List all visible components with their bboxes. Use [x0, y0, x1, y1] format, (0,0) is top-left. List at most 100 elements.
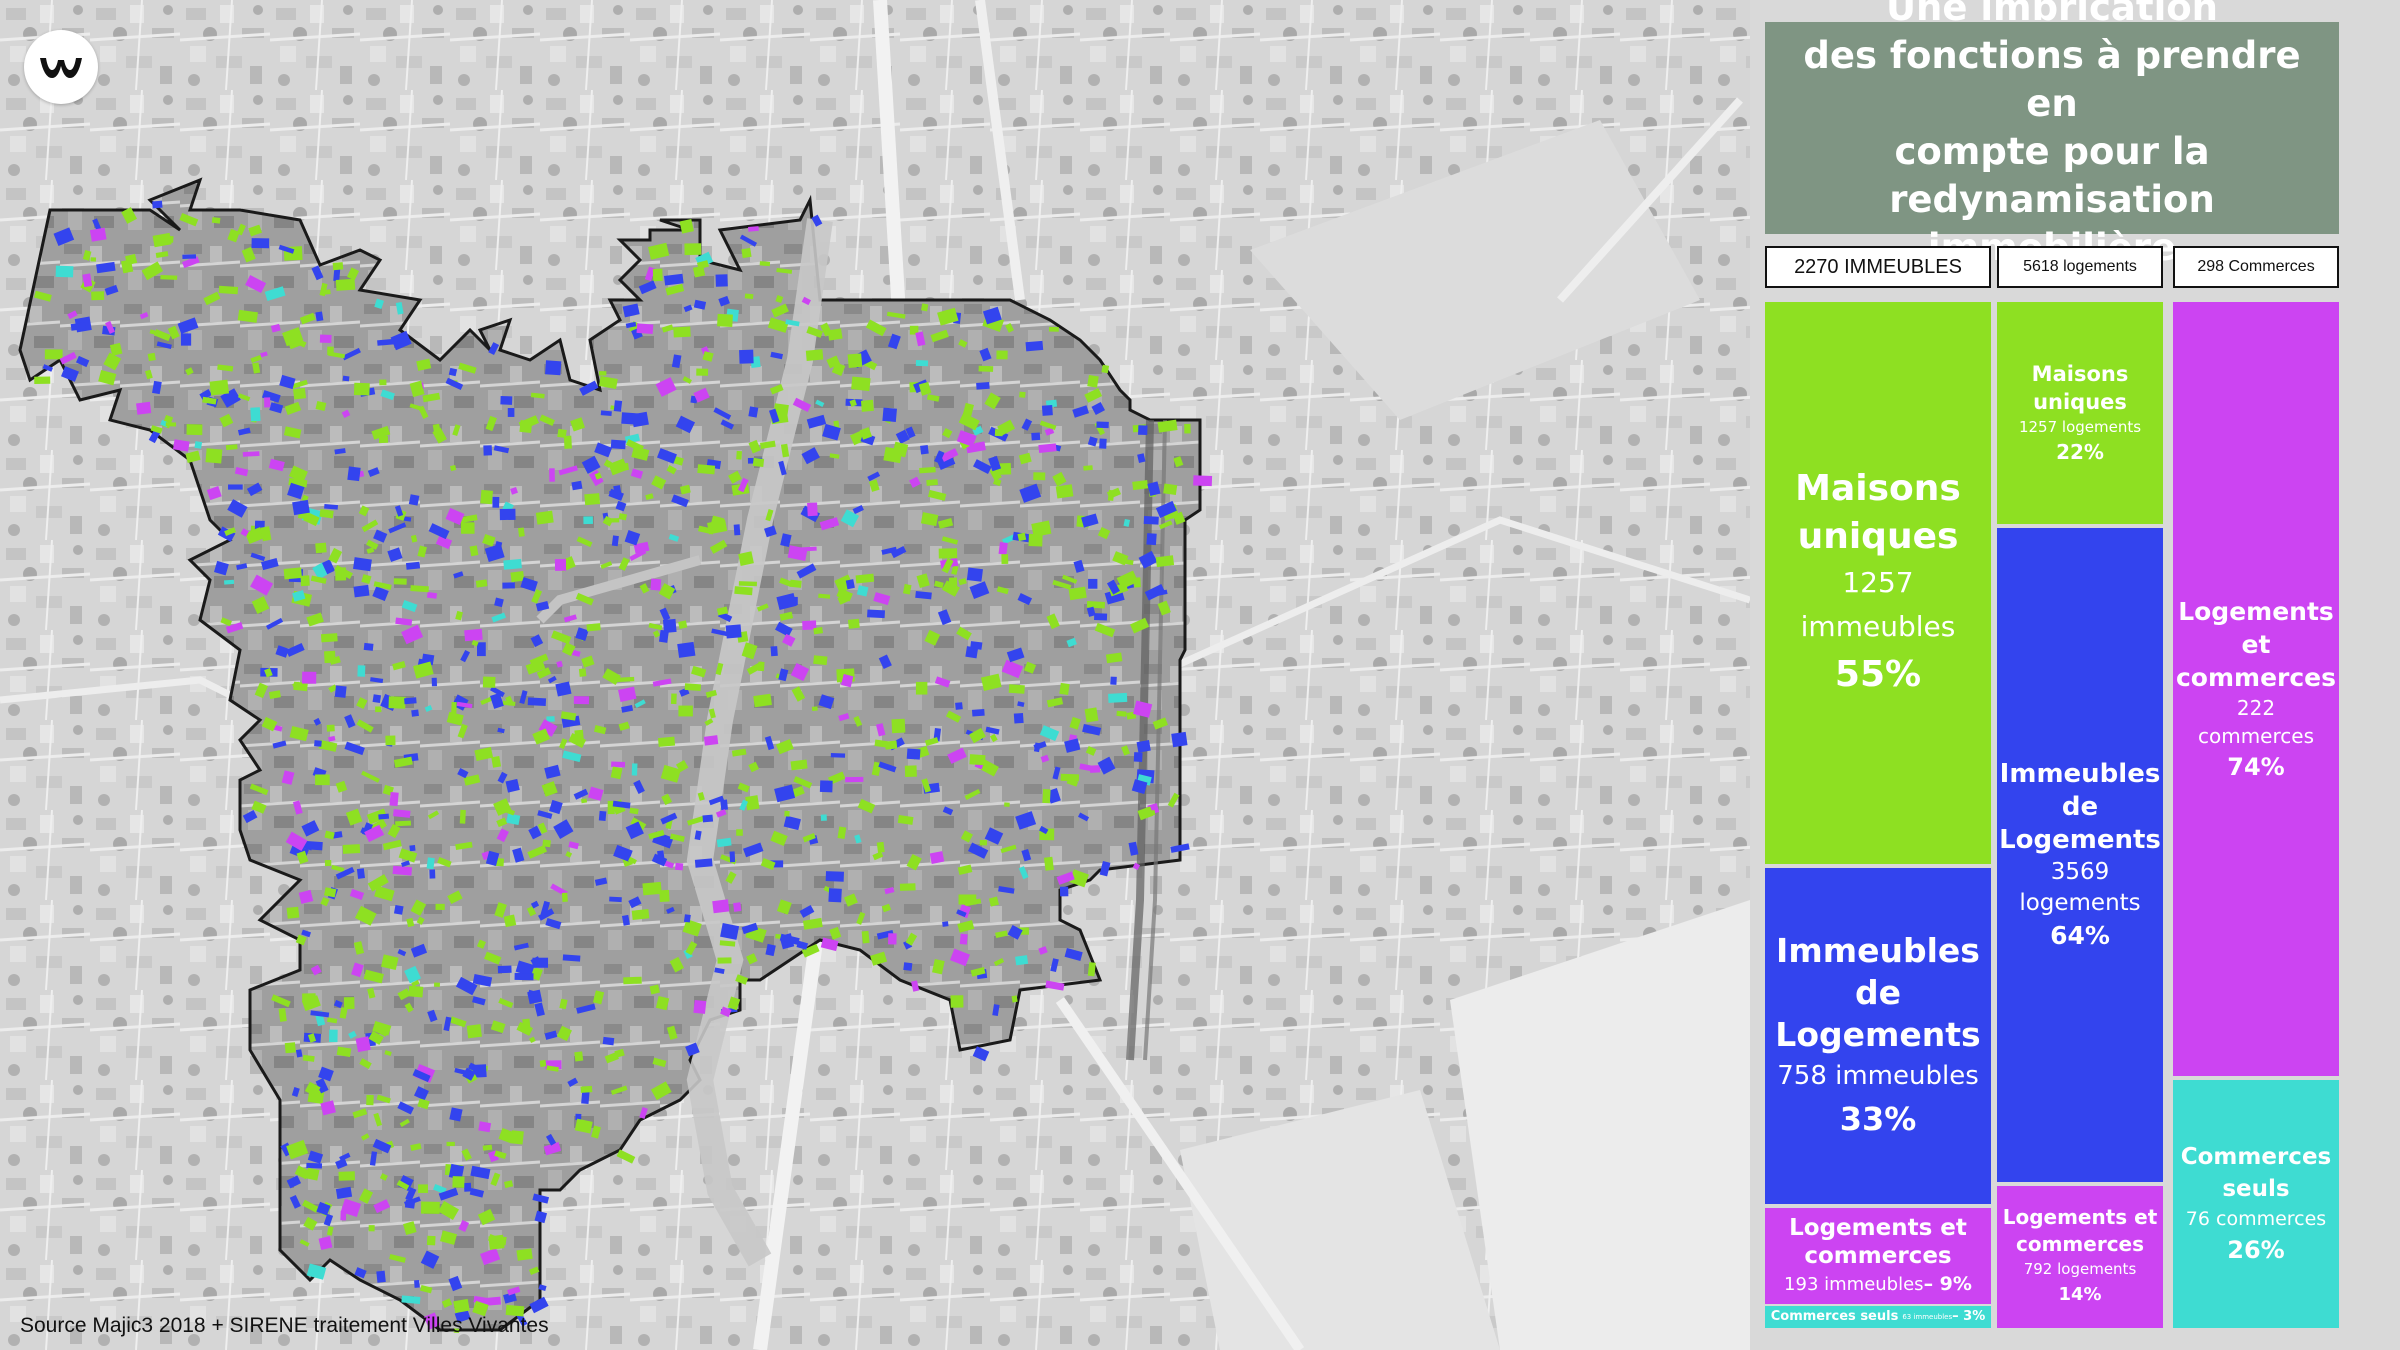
building-footprint [379, 379, 387, 386]
building-footprint [431, 677, 438, 687]
block-logements-commerces-logements: Logements et commerces 792 logements 14% [1997, 1186, 2163, 1328]
building-footprint [461, 522, 475, 534]
building-footprint [466, 1024, 482, 1039]
building-footprint [574, 1051, 584, 1062]
block-value: 1257 logements [2018, 418, 2142, 436]
building-footprint [1089, 765, 1101, 773]
building-footprint [631, 763, 638, 776]
building-footprint [563, 435, 572, 449]
building-footprint [753, 693, 772, 708]
building-footprint [497, 965, 512, 974]
building-footprint [581, 1091, 590, 1105]
building-footprint [915, 681, 928, 695]
building-footprint [752, 457, 765, 467]
building-footprint [851, 376, 871, 392]
block-value: 193 immeubles [1784, 1273, 1924, 1295]
building-footprint [1055, 484, 1074, 499]
building-footprint [658, 629, 669, 643]
building-footprint [904, 765, 917, 778]
building-footprint [860, 399, 874, 412]
panel-title-text: Une imbrication des fonctions à prendre … [1803, 0, 2301, 269]
building-footprint [393, 904, 404, 915]
building-footprint [679, 219, 694, 234]
building-footprint [535, 510, 554, 525]
building-footprint [356, 868, 365, 879]
building-footprint [34, 376, 51, 384]
building-footprint [847, 353, 863, 368]
building-footprint [1171, 731, 1188, 748]
building-footprint [482, 676, 496, 688]
block-label: Logements et commerces [2002, 1205, 2158, 1256]
building-footprint [395, 820, 412, 827]
building-footprint [683, 914, 691, 923]
block-commerces-seuls-commerces: Commerces seuls 76 commerces 26% [2173, 1080, 2339, 1328]
building-footprint [264, 397, 271, 408]
building-footprint [696, 368, 709, 376]
building-footprint [882, 407, 897, 423]
building-footprint [1025, 340, 1044, 352]
building-footprint [1083, 465, 1093, 471]
building-footprint [418, 1184, 428, 1193]
building-footprint [1087, 374, 1099, 388]
building-footprint [372, 694, 382, 704]
building-footprint [950, 995, 964, 1008]
building-footprint [600, 410, 612, 417]
building-footprint [250, 407, 261, 422]
building-footprint [998, 542, 1008, 555]
building-footprint [1133, 577, 1141, 588]
building-footprint [404, 1199, 416, 1209]
building-footprint [211, 217, 221, 224]
building-footprint [581, 798, 588, 804]
building-footprint [1059, 886, 1069, 897]
building-footprint [549, 468, 555, 482]
building-footprint [684, 683, 702, 692]
block-value: 3569 logements [2019, 858, 2141, 916]
building-footprint [919, 466, 936, 474]
building-footprint [784, 810, 790, 817]
building-footprint [477, 642, 486, 657]
building-footprint [942, 921, 949, 927]
building-footprint [926, 479, 938, 486]
building-footprint [306, 1162, 323, 1169]
building-footprint [452, 1176, 465, 1188]
building-footprint [861, 930, 870, 944]
building-footprint [609, 896, 622, 903]
building-footprint [503, 558, 522, 570]
building-footprint [915, 360, 929, 367]
building-footprint [1017, 532, 1027, 542]
building-footprint [321, 289, 331, 295]
building-footprint [376, 1270, 386, 1283]
building-footprint [363, 642, 374, 651]
block-percent: 33% [1839, 1100, 1917, 1138]
building-footprint [539, 1059, 547, 1068]
map-view[interactable] [0, 0, 1750, 1350]
building-footprint [532, 957, 549, 968]
header-immeubles: 2270 IMMEUBLES [1765, 246, 1991, 288]
block-label: Commerces seuls [1770, 1309, 1899, 1324]
building-footprint [884, 740, 898, 750]
building-footprint [920, 303, 929, 312]
building-footprint [684, 243, 702, 256]
building-footprint [1101, 364, 1110, 374]
villes-vivantes-logo [24, 30, 98, 104]
block-logements-commerces-commerces: Logements et commerces 222 commerces 74% [2173, 302, 2339, 1076]
building-footprint [958, 894, 977, 905]
building-footprint [514, 972, 534, 981]
building-footprint [1004, 802, 1010, 807]
building-footprint [965, 646, 979, 659]
building-footprint [580, 1085, 593, 1093]
building-footprint [186, 424, 203, 436]
building-footprint [1143, 515, 1159, 525]
block-percent: 55% [1834, 654, 1922, 695]
block-percent: – 9% [1923, 1272, 1972, 1295]
building-footprint [1094, 613, 1108, 621]
building-footprint [720, 799, 729, 811]
building-footprint [315, 542, 327, 554]
building-footprint [393, 578, 407, 585]
building-footprint [1087, 962, 1096, 977]
building-footprint [44, 349, 63, 360]
building-footprint [147, 352, 156, 362]
building-footprint [650, 578, 662, 591]
building-footprint [598, 810, 607, 821]
building-footprint [825, 871, 844, 882]
